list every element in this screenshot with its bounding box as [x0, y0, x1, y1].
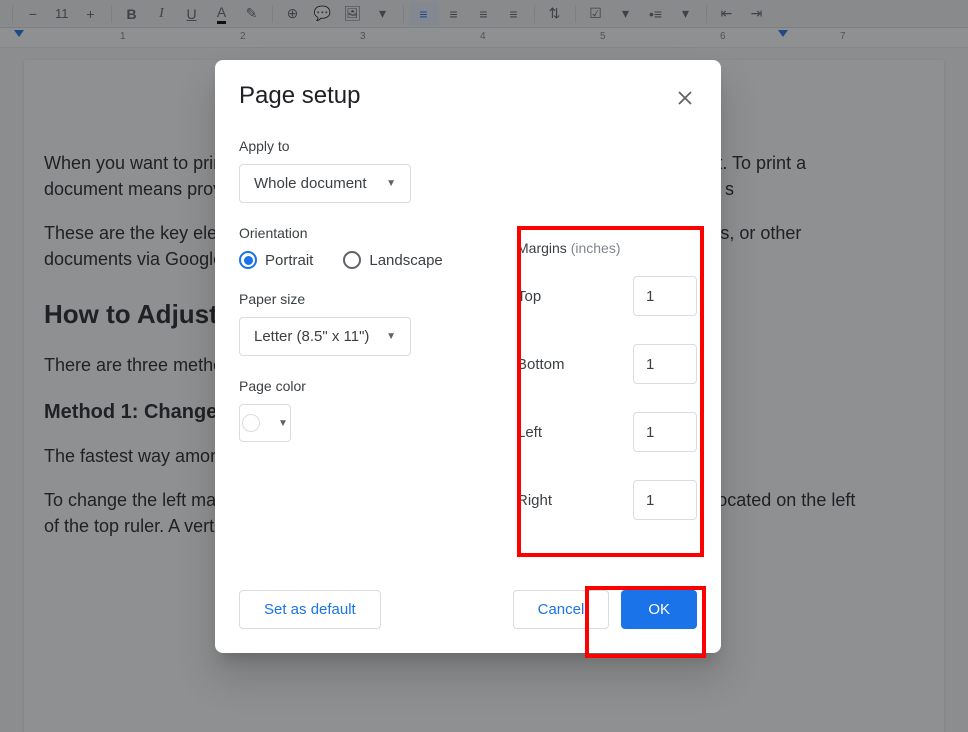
orientation-label: Orientation	[239, 225, 477, 241]
margin-bottom-input[interactable]	[633, 344, 697, 384]
portrait-label: Portrait	[265, 252, 313, 269]
paper-size-label: Paper size	[239, 291, 477, 307]
orientation-portrait-radio[interactable]: Portrait	[239, 251, 313, 269]
chevron-down-icon: ▼	[386, 331, 396, 342]
dialog-title: Page setup	[239, 82, 697, 110]
close-icon	[677, 90, 693, 106]
dialog-actions: Set as default Cancel OK	[239, 590, 697, 629]
margin-right-label: Right	[517, 492, 552, 509]
apply-to-select[interactable]: Whole document ▼	[239, 164, 411, 203]
apply-to-label: Apply to	[239, 138, 477, 154]
page-color-label: Page color	[239, 378, 477, 394]
color-preview-icon	[242, 414, 260, 432]
radio-icon	[239, 251, 257, 269]
orientation-landscape-radio[interactable]: Landscape	[343, 251, 442, 269]
margin-bottom-label: Bottom	[517, 356, 565, 373]
paper-size-value: Letter (8.5" x 11")	[254, 328, 369, 345]
chevron-down-icon: ▼	[278, 418, 288, 429]
landscape-label: Landscape	[369, 252, 442, 269]
ok-button[interactable]: OK	[621, 590, 697, 629]
margin-right-input[interactable]	[633, 480, 697, 520]
dialog-left-column: Apply to Whole document ▼ Orientation Po…	[239, 138, 477, 548]
set-default-button[interactable]: Set as default	[239, 590, 381, 629]
cancel-button[interactable]: Cancel	[513, 590, 610, 629]
close-button[interactable]	[673, 86, 697, 110]
margin-left-label: Left	[517, 424, 542, 441]
dialog-right-column: Margins (inches) Top Bottom Left Right	[517, 138, 697, 548]
margins-heading: Margins (inches)	[517, 240, 697, 256]
margin-left-input[interactable]	[633, 412, 697, 452]
page-color-select[interactable]: ▼	[239, 404, 291, 442]
margin-top-input[interactable]	[633, 276, 697, 316]
paper-size-select[interactable]: Letter (8.5" x 11") ▼	[239, 317, 411, 356]
apply-to-value: Whole document	[254, 175, 367, 192]
margins-unit: (inches)	[571, 240, 621, 256]
radio-icon	[343, 251, 361, 269]
margin-top-label: Top	[517, 288, 541, 305]
page-setup-dialog: Page setup Apply to Whole document ▼ Ori…	[215, 60, 721, 653]
chevron-down-icon: ▼	[386, 178, 396, 189]
